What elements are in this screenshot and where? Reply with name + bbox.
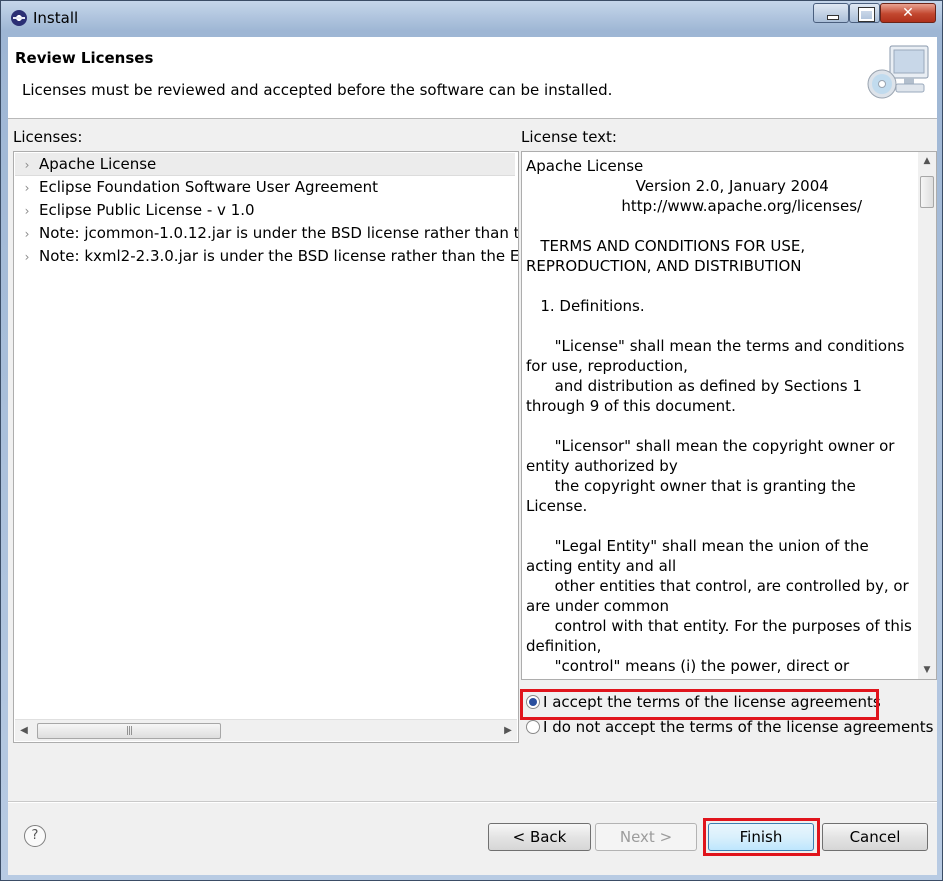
minimize-button[interactable]: [813, 3, 849, 23]
maximize-icon: [850, 4, 879, 22]
page-description: Licenses must be reviewed and accepted b…: [22, 81, 613, 99]
scrollbar-thumb[interactable]: [37, 723, 221, 739]
decline-radio-label: I do not accept the terms of the license…: [543, 718, 934, 736]
window-title: Install: [33, 9, 79, 27]
tree-item-label: Apache License: [39, 155, 157, 173]
cd-computer-icon: [867, 45, 929, 99]
maximize-button[interactable]: [849, 3, 880, 23]
next-button[interactable]: Next >: [595, 823, 697, 851]
scroll-left-icon[interactable]: ◀: [15, 720, 33, 741]
tree-item-jcommon-note[interactable]: › Note: jcommon-1.0.12.jar is under the B…: [15, 222, 518, 245]
tree-item-epl[interactable]: › Eclipse Public License - v 1.0: [15, 199, 515, 221]
license-text-area[interactable]: Apache License Version 2.0, January 2004…: [521, 151, 937, 680]
decline-radio[interactable]: [526, 719, 540, 734]
dialog-body: Review Licenses Licenses must be reviewe…: [8, 37, 937, 875]
tree-item-label: Eclipse Public License - v 1.0: [39, 201, 255, 219]
tree-item-kxml2-note[interactable]: › Note: kxml2-2.3.0.jar is under the BSD …: [15, 245, 518, 268]
install-window: Install ✕ Review Licenses Licenses must …: [0, 0, 943, 881]
scroll-down-icon[interactable]: ▼: [918, 661, 936, 679]
wizard-banner: Review Licenses Licenses must be reviewe…: [8, 37, 937, 119]
close-icon: ✕: [902, 5, 914, 21]
tree-item-label: Eclipse Foundation Software User Agreeme…: [39, 178, 379, 196]
help-icon: ?: [31, 828, 39, 843]
tree-item-label: Note: kxml2-2.3.0.jar is under the BSD l…: [39, 247, 519, 265]
horizontal-scrollbar[interactable]: ◀ ▶: [15, 719, 517, 741]
scrollbar-thumb[interactable]: [920, 176, 934, 208]
eclipse-icon: [11, 10, 27, 26]
expand-arrow-icon[interactable]: ›: [15, 154, 39, 176]
vertical-scrollbar[interactable]: ▲ ▼: [918, 152, 936, 679]
expand-arrow-icon[interactable]: ›: [15, 223, 39, 245]
license-text-label: License text:: [521, 128, 617, 146]
license-text-content: Apache License Version 2.0, January 2004…: [526, 157, 912, 679]
page-title: Review Licenses: [15, 49, 154, 67]
title-bar[interactable]: Install ✕: [1, 1, 942, 37]
minimize-icon: [814, 4, 848, 22]
licenses-label: Licenses:: [13, 128, 83, 146]
help-button[interactable]: ?: [24, 825, 46, 847]
scroll-up-icon[interactable]: ▲: [918, 152, 936, 170]
finish-highlight-box: [703, 818, 820, 856]
tree-item-eclipse-agreement[interactable]: › Eclipse Foundation Software User Agreem…: [15, 176, 515, 198]
cancel-button[interactable]: Cancel: [822, 823, 928, 851]
tree-item-label: Note: jcommon-1.0.12.jar is under the BS…: [39, 224, 519, 242]
back-button[interactable]: < Back: [488, 823, 591, 851]
close-button[interactable]: ✕: [880, 3, 936, 23]
expand-arrow-icon[interactable]: ›: [15, 177, 39, 199]
decline-radio-option[interactable]: I do not accept the terms of the license…: [526, 716, 933, 738]
expand-arrow-icon[interactable]: ›: [15, 200, 39, 222]
tree-item-apache[interactable]: › Apache License: [15, 153, 515, 176]
footer-separator: [8, 801, 937, 803]
scroll-right-icon[interactable]: ▶: [499, 720, 517, 741]
licenses-tree[interactable]: › Apache License › Eclipse Foundation Soft…: [13, 151, 519, 743]
expand-arrow-icon[interactable]: ›: [15, 246, 39, 268]
